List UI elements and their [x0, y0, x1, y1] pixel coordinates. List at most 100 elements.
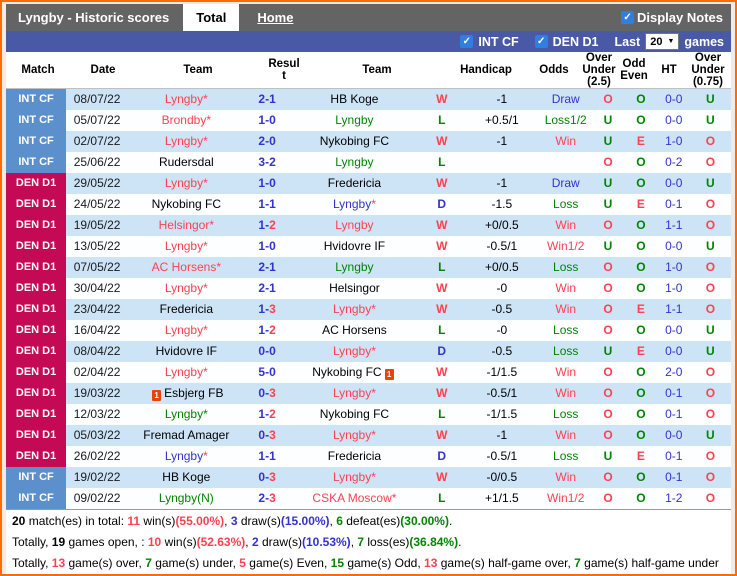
- home-team: Lyngby*: [128, 446, 244, 467]
- summary-segment: win(s): [140, 514, 175, 528]
- table-row: DEN D112/03/22Lyngby*1-2Nykobing FCL-1/1…: [6, 404, 731, 425]
- away-team: Lyngby*: [290, 467, 420, 488]
- red-card-icon: 1: [385, 369, 394, 380]
- match-result: 0-3: [245, 467, 290, 488]
- win-draw-loss: W: [419, 362, 464, 383]
- odd-even: E: [624, 299, 658, 320]
- tab-total[interactable]: Total: [183, 4, 239, 31]
- over-under-25: U: [592, 341, 624, 362]
- handicap-value: -0.5/1: [464, 446, 539, 467]
- summary-segment: (52.63%): [197, 535, 246, 549]
- summary-line: Totally, 19 games open, : 10 win(s)(52.6…: [12, 532, 725, 553]
- over-under-25: O: [592, 89, 624, 110]
- col-over-under-25: Over Under (2.5): [582, 52, 616, 88]
- team-name: Nykobing FC: [152, 197, 221, 211]
- win-draw-loss: L: [419, 110, 464, 131]
- win-draw-loss: W: [419, 425, 464, 446]
- over-under-075: U: [690, 341, 731, 362]
- table-row: INT CF09/02/22Lyngby(N)2-3CSKA Moscow*L+…: [6, 488, 731, 509]
- win-draw-loss: W: [419, 299, 464, 320]
- odd-even: O: [624, 488, 658, 509]
- handicap-value: -0.5: [464, 341, 539, 362]
- summary-segment: loss(es): [364, 535, 409, 549]
- summary-segment: game(s) over,: [65, 556, 145, 570]
- away-score: 2: [269, 407, 276, 421]
- tab-historic-scores[interactable]: Lyngby - Historic scores: [6, 4, 183, 31]
- display-notes-checkbox[interactable]: ✓: [621, 11, 634, 24]
- away-team: Lyngby: [290, 110, 420, 131]
- over-under-075: O: [690, 131, 731, 152]
- summary-segment: 19: [52, 535, 65, 549]
- match-date: 19/03/22: [66, 383, 128, 404]
- match-result: 1-2: [245, 404, 290, 425]
- table-row: DEN D119/05/22Helsingor*1-2LyngbyW+0/0.5…: [6, 215, 731, 236]
- odds-result: Win: [539, 299, 592, 320]
- league-badge: INT CF: [6, 131, 66, 152]
- match-result: 0-3: [245, 383, 290, 404]
- away-score: 2: [269, 218, 276, 232]
- away-team: Lyngby*: [290, 383, 420, 404]
- summary-segment: 13: [52, 556, 65, 570]
- match-result: 3-2: [245, 152, 290, 173]
- team-name: Fredericia: [160, 302, 213, 316]
- match-result: 2-1: [245, 257, 290, 278]
- away-score: 1: [269, 281, 276, 295]
- summary-segment: 5: [239, 556, 246, 570]
- team-name: Lyngby(N): [159, 491, 214, 505]
- match-result: 2-3: [245, 488, 290, 509]
- tab-home[interactable]: Home: [257, 4, 293, 31]
- team-star: *: [392, 491, 397, 505]
- match-date: 23/04/22: [66, 299, 128, 320]
- team-name: Lyngby: [333, 428, 371, 442]
- team-name: Lyngby: [333, 302, 371, 316]
- summary-segment: 3: [231, 514, 238, 528]
- team-name: Nykobing FC: [312, 365, 381, 379]
- handicap-value: +0/0.5: [464, 257, 539, 278]
- league-badge: DEN D1: [6, 446, 66, 467]
- int-cf-checkbox[interactable]: ✓: [460, 35, 473, 48]
- match-date: 29/05/22: [66, 173, 128, 194]
- half-time-score: 1-0: [658, 278, 690, 299]
- summary-segment: game(s) under,: [152, 556, 239, 570]
- handicap-value: -1: [464, 425, 539, 446]
- table-row: DEN D119/03/221Esbjerg FB0-3Lyngby*W-0.5…: [6, 383, 731, 404]
- over-under-25: O: [592, 383, 624, 404]
- match-date: 26/02/22: [66, 446, 128, 467]
- summary-line: 20 match(es) in total: 11 win(s)(55.00%)…: [12, 511, 725, 532]
- display-notes-label: Display Notes: [637, 10, 723, 25]
- den-d1-checkbox[interactable]: ✓: [535, 35, 548, 48]
- home-team: Lyngby(N): [128, 488, 244, 509]
- over-under-25: O: [592, 215, 624, 236]
- odds-result: Win: [539, 425, 592, 446]
- team-name: Lyngby: [335, 260, 373, 274]
- over-under-25: U: [592, 173, 624, 194]
- handicap-value: -0.5: [464, 299, 539, 320]
- handicap-value: -0.5/1: [464, 236, 539, 257]
- away-team: Lyngby*: [290, 299, 420, 320]
- away-score: 2: [269, 323, 276, 337]
- summary-segment: ,: [224, 514, 231, 528]
- summary-segment: 6: [336, 514, 343, 528]
- table-row: DEN D108/04/22Hvidovre IF0-0Lyngby*D-0.5…: [6, 341, 731, 362]
- over-under-075: O: [690, 278, 731, 299]
- away-team: HB Koge: [290, 89, 420, 110]
- table-body: INT CF08/07/22Lyngby*2-1HB KogeW-1DrawOO…: [6, 89, 731, 509]
- table-header-row: Match Date Team Result Team Handicap Odd…: [6, 52, 731, 89]
- last-games-select[interactable]: 20 ▼: [645, 33, 679, 50]
- half-time-score: 0-2: [658, 152, 690, 173]
- team-star: *: [203, 92, 208, 106]
- over-under-075: O: [690, 299, 731, 320]
- over-under-075: O: [690, 257, 731, 278]
- handicap-value: -0: [464, 320, 539, 341]
- team-name: Nykobing FC: [320, 407, 389, 421]
- half-time-score: 2-0: [658, 362, 690, 383]
- away-team: AC Horsens: [290, 320, 420, 341]
- home-team: HB Koge: [128, 467, 244, 488]
- match-date: 13/05/22: [66, 236, 128, 257]
- col-handicap: Handicap: [446, 64, 526, 76]
- display-notes-toggle[interactable]: ✓ Display Notes: [621, 4, 731, 31]
- match-date: 24/05/22: [66, 194, 128, 215]
- away-team: Nykobing FC: [290, 131, 420, 152]
- match-result: 1-3: [245, 299, 290, 320]
- summary-segment: 7: [574, 556, 581, 570]
